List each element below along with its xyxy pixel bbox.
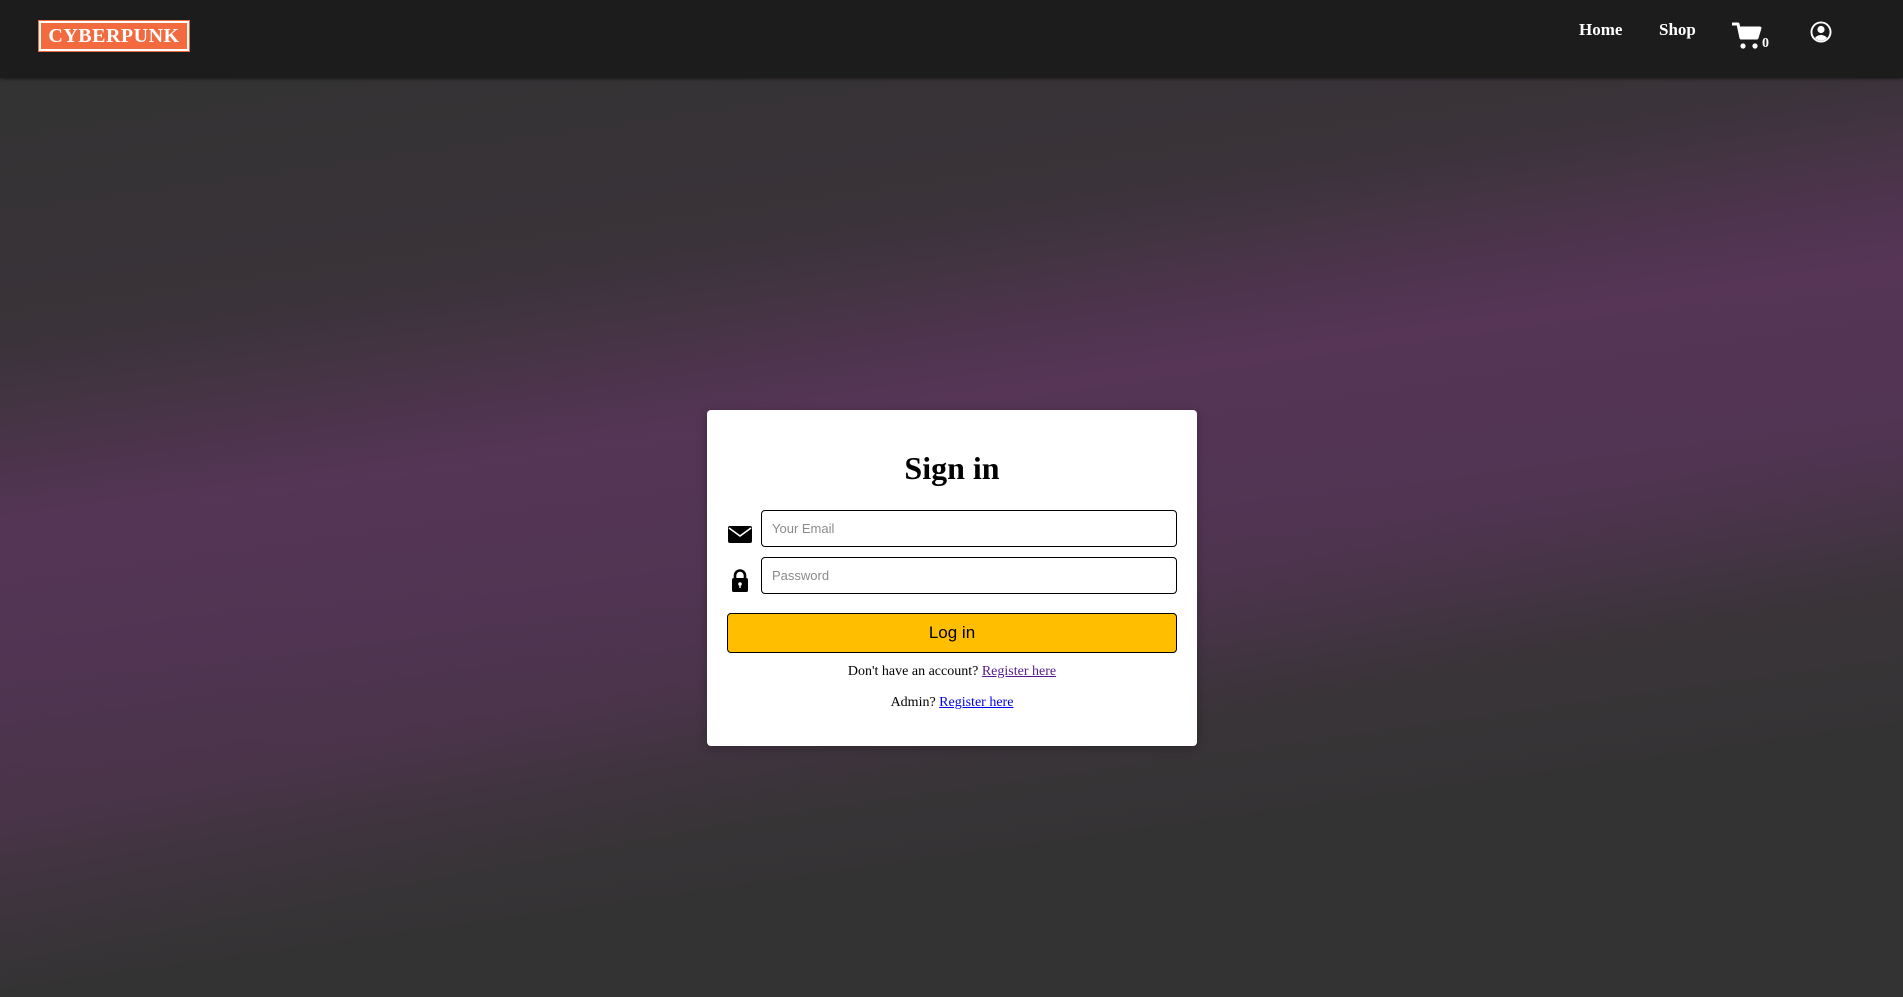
admin-prompt-text: Admin? [890,695,936,710]
password-field[interactable] [761,557,1177,594]
email-field[interactable] [761,510,1177,547]
register-prompt: Don't have an account? Register here [707,664,1197,680]
user-circle-icon [1810,21,1832,43]
logo[interactable]: CYBERPUNK [38,20,190,52]
cart-icon [1732,22,1762,49]
envelope-icon [727,521,753,547]
navbar: CYBERPUNK Home Shop 0 [0,0,1903,78]
register-link[interactable]: Register here [982,664,1056,679]
nav-home-link[interactable]: Home [1579,20,1622,40]
admin-prompt: Admin? Register here [707,695,1197,711]
cart-count: 0 [1762,36,1769,51]
signin-title: Sign in [904,450,1000,486]
admin-register-link[interactable]: Register here [939,695,1013,710]
nav-shop-link[interactable]: Shop [1659,20,1696,40]
register-prompt-text: Don't have an account? [847,664,979,679]
login-button[interactable]: Log in [727,613,1177,653]
lock-icon [727,567,753,593]
account-button[interactable] [1810,21,1832,43]
cart-button[interactable]: 0 [1732,21,1772,53]
signin-card: Sign in Log in Don't have an account? Re… [707,410,1197,746]
